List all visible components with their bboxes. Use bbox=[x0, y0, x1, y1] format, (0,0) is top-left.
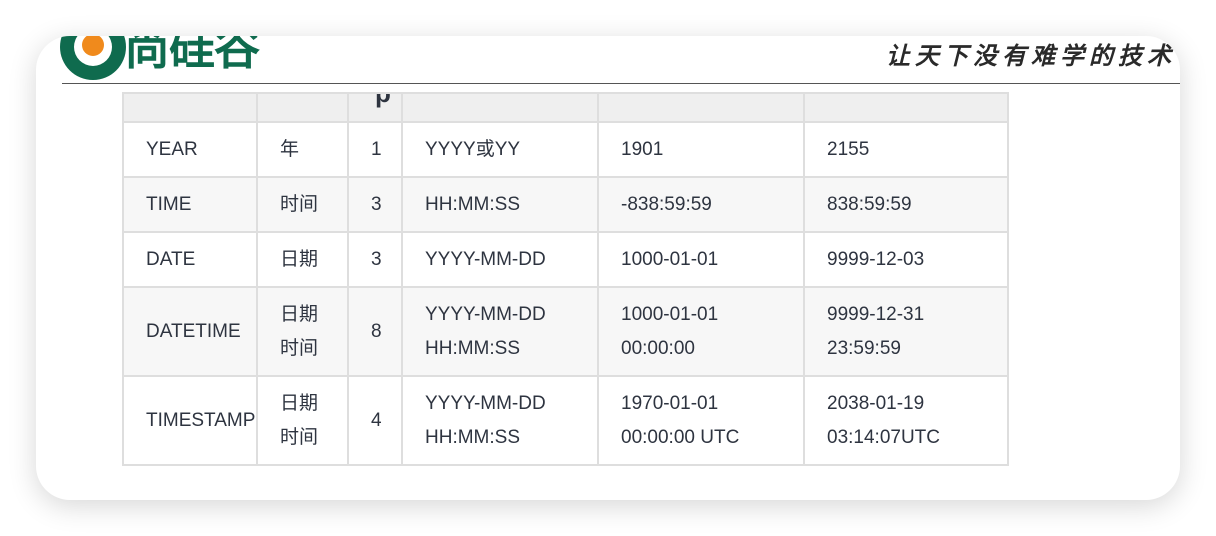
table-row: TIME 时间 3 HH:MM:SS -838:59:59 838:59:59 bbox=[122, 176, 1009, 233]
min-text: 1000-01-01 bbox=[621, 303, 719, 325]
header-cell-format bbox=[401, 92, 599, 123]
format-cell: YYYY或YY bbox=[401, 121, 599, 178]
meaning-cell: 日期 时间 bbox=[256, 375, 349, 466]
max-cell: 9999-12-03 bbox=[803, 231, 1009, 288]
type-cell: DATETIME bbox=[122, 286, 258, 377]
min-text: 1901 bbox=[621, 138, 664, 160]
type-cell: DATE bbox=[122, 231, 258, 288]
meaning-text: 时间 bbox=[280, 193, 319, 215]
header-cell-bytes: p bbox=[347, 92, 403, 123]
meaning-cell: 日期 bbox=[256, 231, 349, 288]
type-cell: TIMESTAMP bbox=[122, 375, 258, 466]
max-text: 23:59:59 bbox=[827, 337, 901, 359]
max-text: 9999-12-31 bbox=[827, 303, 925, 325]
format-text: YYYY-MM-DD bbox=[425, 248, 546, 270]
format-text: HH:MM:SS bbox=[425, 337, 520, 359]
max-text: 2155 bbox=[827, 138, 870, 160]
bytes-cell: 8 bbox=[347, 286, 403, 377]
header-text-fragment: p bbox=[375, 93, 391, 108]
max-text: 2038-01-19 bbox=[827, 392, 925, 414]
content-card: 尚硅谷 让天下没有难学的技术 p YEAR 年 1 YYYY或YY 1901 2… bbox=[36, 36, 1180, 500]
max-cell: 2038-01-19 03:14:07UTC bbox=[803, 375, 1009, 466]
brand-name: 尚硅谷 bbox=[124, 36, 260, 75]
format-cell: YYYY-MM-DD HH:MM:SS bbox=[401, 375, 599, 466]
header-cell-type bbox=[122, 92, 258, 123]
type-cell: TIME bbox=[122, 176, 258, 233]
table-row: DATE 日期 3 YYYY-MM-DD 1000-01-01 9999-12-… bbox=[122, 231, 1009, 288]
max-text: 838:59:59 bbox=[827, 193, 912, 215]
min-cell: 1970-01-01 00:00:00 UTC bbox=[597, 375, 805, 466]
datetime-types-table: p YEAR 年 1 YYYY或YY 1901 2155 TIME 时间 3 H… bbox=[122, 92, 1009, 466]
min-text: 00:00:00 bbox=[621, 337, 695, 359]
min-text: 00:00:00 UTC bbox=[621, 426, 740, 448]
format-text: HH:MM:SS bbox=[425, 426, 520, 448]
format-text: YYYY-MM-DD bbox=[425, 303, 546, 325]
max-cell: 9999-12-31 23:59:59 bbox=[803, 286, 1009, 377]
bytes-cell: 4 bbox=[347, 375, 403, 466]
meaning-text: 时间 bbox=[280, 337, 319, 359]
table-row: YEAR 年 1 YYYY或YY 1901 2155 bbox=[122, 121, 1009, 178]
min-text: -838:59:59 bbox=[621, 193, 712, 215]
min-cell: 1901 bbox=[597, 121, 805, 178]
max-text: 03:14:07UTC bbox=[827, 426, 941, 448]
format-text: YYYY-MM-DD bbox=[425, 392, 546, 414]
max-text: 9999-12-03 bbox=[827, 248, 925, 270]
min-text: 1000-01-01 bbox=[621, 248, 719, 270]
meaning-text: 日期 bbox=[280, 248, 319, 270]
meaning-cell: 日期 时间 bbox=[256, 286, 349, 377]
meaning-text: 日期 bbox=[280, 303, 319, 325]
bytes-cell: 3 bbox=[347, 231, 403, 288]
slogan: 让天下没有难学的技术 bbox=[886, 41, 1176, 70]
header-cell-meaning bbox=[256, 92, 349, 123]
max-cell: 838:59:59 bbox=[803, 176, 1009, 233]
meaning-cell: 年 bbox=[256, 121, 349, 178]
meaning-text: 年 bbox=[280, 138, 300, 160]
bytes-cell: 1 bbox=[347, 121, 403, 178]
table-row: DATETIME 日期 时间 8 YYYY-MM-DD HH:MM:SS 100… bbox=[122, 286, 1009, 377]
table-row: TIMESTAMP 日期 时间 4 YYYY-MM-DD HH:MM:SS 19… bbox=[122, 375, 1009, 466]
min-cell: 1000-01-01 bbox=[597, 231, 805, 288]
format-cell: YYYY-MM-DD HH:MM:SS bbox=[401, 286, 599, 377]
atguigu-logo-icon bbox=[60, 36, 126, 80]
meaning-text: 日期 bbox=[280, 392, 319, 414]
format-text: YYYY或YY bbox=[425, 138, 521, 160]
bytes-cell: 3 bbox=[347, 176, 403, 233]
format-cell: YYYY-MM-DD bbox=[401, 231, 599, 288]
header-cell-max bbox=[803, 92, 1009, 123]
format-text: HH:MM:SS bbox=[425, 193, 520, 215]
header-divider bbox=[62, 83, 1180, 84]
type-cell: YEAR bbox=[122, 121, 258, 178]
table-header-row: p bbox=[122, 92, 1009, 123]
header-cell-min bbox=[597, 92, 805, 123]
format-cell: HH:MM:SS bbox=[401, 176, 599, 233]
min-text: 1970-01-01 bbox=[621, 392, 719, 414]
max-cell: 2155 bbox=[803, 121, 1009, 178]
meaning-cell: 时间 bbox=[256, 176, 349, 233]
min-cell: -838:59:59 bbox=[597, 176, 805, 233]
min-cell: 1000-01-01 00:00:00 bbox=[597, 286, 805, 377]
meaning-text: 时间 bbox=[280, 426, 319, 448]
